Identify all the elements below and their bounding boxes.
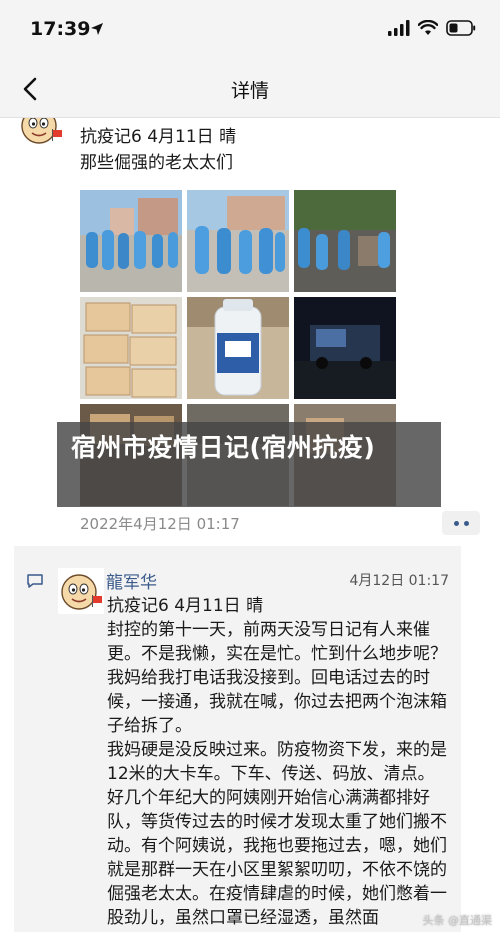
photo-image (80, 297, 182, 399)
watermark: 头条 @直通渠 (422, 914, 493, 927)
location-arrow-icon (91, 23, 103, 35)
comment-card: 龍军华 4月12日 01:17 抗疫记6 4月11日 晴 封控的第十一天，前两天… (14, 546, 461, 932)
photo-workers-ppe-2[interactable] (187, 190, 289, 292)
photo-image (187, 190, 289, 292)
dot-icon (463, 520, 469, 526)
comment-time: 4月12日 01:17 (349, 573, 449, 589)
dot-icon (453, 520, 459, 526)
photo-workers-ppe-1[interactable] (80, 190, 182, 292)
status-time: 17:39 (30, 18, 91, 40)
post-text-line1: 抗疫记6 4月11日 晴 (80, 127, 237, 147)
photo-disinfectant-bottle[interactable] (187, 297, 289, 399)
author-avatar[interactable] (18, 118, 64, 148)
overlay-title-band: 宿州市疫情日记(宿州抗疫) (57, 422, 441, 507)
post-detail: 抗疫记6 4月11日 晴 那些倔强的老太太们 宿州市疫情日记(宿州抗疫) 202… (0, 118, 500, 932)
commenter-avatar[interactable] (58, 568, 104, 614)
photo-image (294, 297, 396, 399)
photo-image (187, 297, 289, 399)
photo-supply-boxes[interactable] (80, 297, 182, 399)
overlay-title: 宿州市疫情日记(宿州抗疫) (71, 433, 376, 462)
post-text-line2: 那些倔强的老太太们 (80, 153, 233, 173)
cellular-signal-icon (388, 20, 410, 36)
photo-image (294, 190, 396, 292)
photo-workers-ppe-3[interactable] (294, 190, 396, 292)
commenter-name[interactable]: 龍军华 (106, 568, 157, 593)
comment-body: 抗疫记6 4月11日 晴 封控的第十一天，前两天没写日记有人来催更。不是我懒，实… (107, 594, 449, 930)
photo-night-truck[interactable] (294, 297, 396, 399)
comment-paragraph: 我妈硬是没反映过来。防疫物资下发，来的是12米的大卡车。下车、传送、码放、清点。… (107, 740, 447, 928)
status-bar: 17:39 (0, 0, 500, 60)
status-icons (388, 20, 476, 36)
page-title: 详情 (230, 80, 269, 102)
post-date: 2022年4月12日 01:17 (80, 515, 240, 533)
more-options-button[interactable] (442, 511, 480, 535)
comment-paragraph: 抗疫记6 4月11日 晴 (107, 596, 264, 616)
battery-icon (446, 20, 476, 36)
comment-bubble-icon (27, 574, 43, 588)
photo-image (80, 190, 182, 292)
wifi-icon (418, 20, 438, 35)
comment-paragraph: 封控的第十一天，前两天没写日记有人来催更。不是我懒，实在是忙。忙到什么地步呢？我… (107, 620, 447, 736)
nav-bar: 详情 (0, 60, 500, 118)
